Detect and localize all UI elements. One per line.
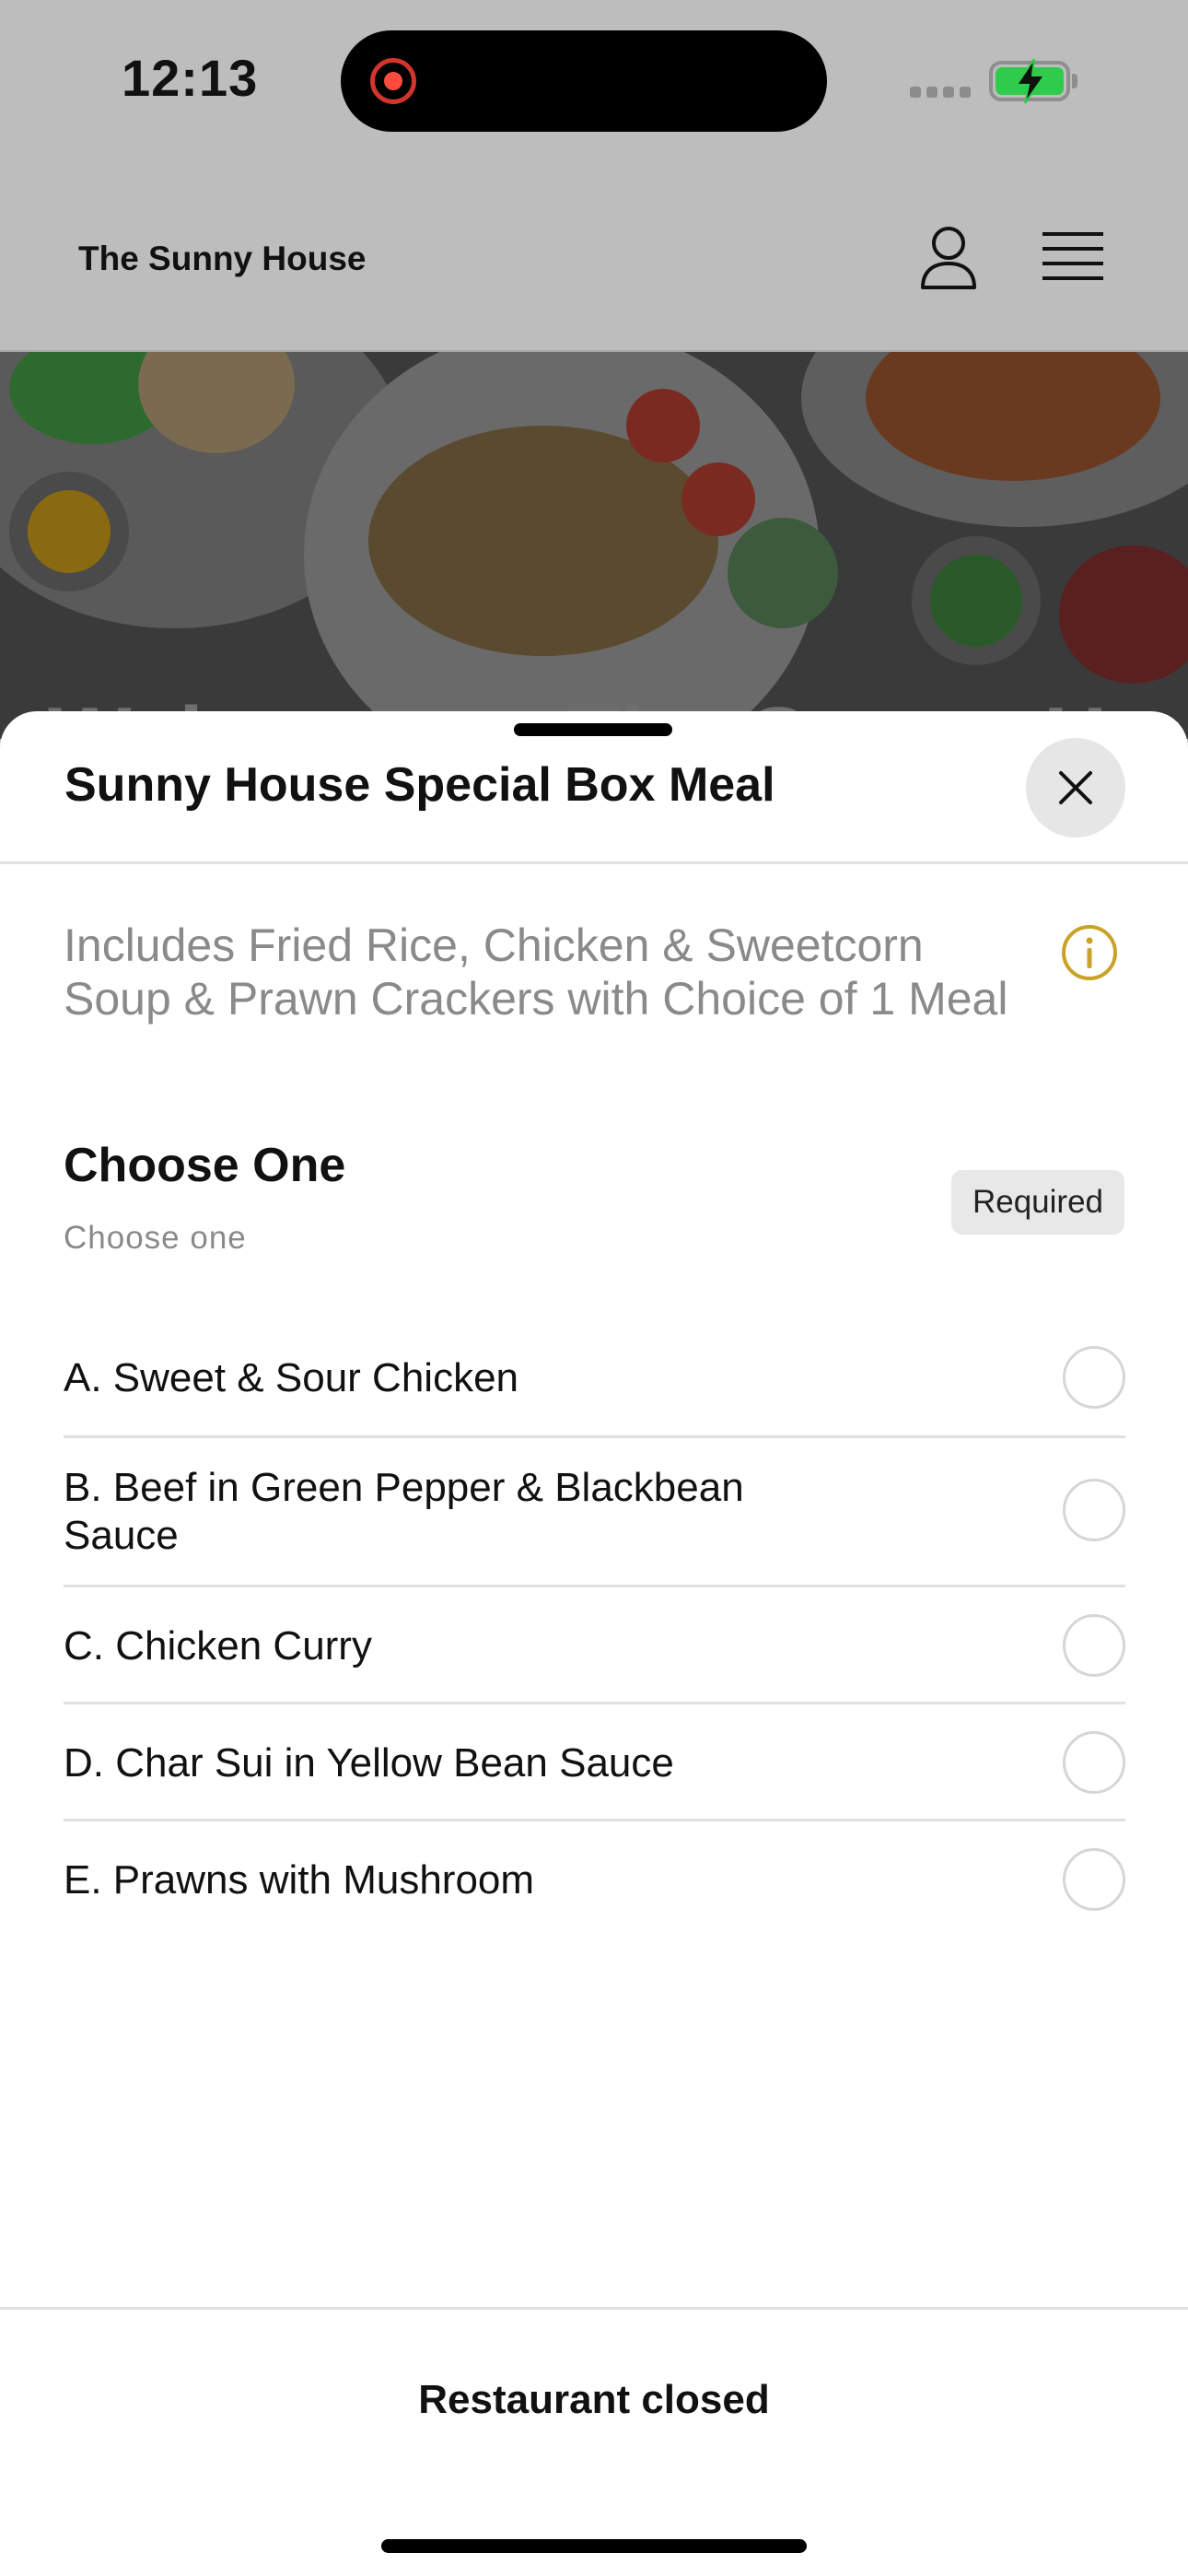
close-icon bbox=[1059, 771, 1092, 804]
plate-shape bbox=[930, 555, 1022, 647]
option-label: A. Sweet & Sour Chicken bbox=[64, 1355, 519, 1400]
option-row[interactable]: B. Beef in Green Pepper & Blackbean Sauc… bbox=[64, 1438, 1125, 1587]
option-row[interactable]: E. Prawns with Mushroom bbox=[64, 1821, 1125, 1938]
option-row[interactable]: D. Char Sui in Yellow Bean Sauce bbox=[64, 1704, 1125, 1821]
option-group-title: Choose One bbox=[64, 1139, 346, 1192]
divider bbox=[0, 2307, 1188, 2310]
brand-name[interactable]: The Sunny House bbox=[78, 240, 366, 278]
option-list: A. Sweet & Sour Chicken B. Beef in Green… bbox=[64, 1317, 1125, 1938]
home-indicator[interactable] bbox=[381, 2539, 807, 2553]
option-label: D. Char Sui in Yellow Bean Sauce bbox=[64, 1740, 674, 1786]
radio-button[interactable] bbox=[1063, 1731, 1125, 1794]
option-label: E. Prawns with Mushroom bbox=[64, 1857, 535, 1903]
item-detail-sheet: Sunny House Special Box Meal Includes Fr… bbox=[0, 711, 1188, 2576]
close-button[interactable] bbox=[1026, 738, 1125, 837]
item-title: Sunny House Special Box Meal bbox=[64, 758, 775, 812]
charging-bolt-icon bbox=[1015, 58, 1046, 104]
sheet-grabber[interactable] bbox=[514, 723, 672, 736]
radio-button[interactable] bbox=[1063, 1614, 1125, 1677]
status-time: 12:13 bbox=[122, 49, 259, 107]
plate-shape bbox=[1059, 545, 1188, 684]
item-description: Includes Fried Rice, Chicken & Sweetcorn… bbox=[64, 919, 1008, 1025]
user-icon[interactable] bbox=[919, 225, 978, 291]
radio-button[interactable] bbox=[1063, 1848, 1125, 1911]
radio-button[interactable] bbox=[1063, 1479, 1125, 1541]
required-badge: Required bbox=[951, 1170, 1124, 1235]
cellular-signal-icon bbox=[910, 87, 971, 98]
info-icon[interactable] bbox=[1061, 924, 1118, 981]
screen-recording-icon bbox=[370, 58, 416, 104]
app-screen: 12:13 The Sunny House Sunny House Specia… bbox=[0, 0, 1188, 2576]
plate-shape bbox=[28, 490, 111, 573]
hero-food-image: Welcome to The Sunny House bbox=[0, 352, 1188, 739]
app-header: The Sunny House bbox=[0, 166, 1188, 352]
status-bar: 12:13 bbox=[0, 0, 1188, 166]
dynamic-island bbox=[341, 30, 827, 132]
plate-shape bbox=[728, 518, 838, 628]
option-row[interactable]: A. Sweet & Sour Chicken bbox=[64, 1317, 1125, 1438]
option-row[interactable]: C. Chicken Curry bbox=[64, 1587, 1125, 1704]
battery-cap bbox=[1072, 74, 1077, 88]
plate-shape bbox=[626, 389, 700, 463]
option-label: B. Beef in Green Pepper & Blackbean Sauc… bbox=[64, 1465, 744, 1558]
option-group-subtitle: Choose one bbox=[64, 1220, 247, 1256]
restaurant-status: Restaurant closed bbox=[418, 2377, 770, 2422]
divider bbox=[0, 861, 1188, 864]
option-label: C. Chicken Curry bbox=[64, 1623, 372, 1669]
radio-button[interactable] bbox=[1063, 1346, 1125, 1409]
plate-shape bbox=[681, 463, 755, 536]
hamburger-menu-icon[interactable] bbox=[1042, 230, 1103, 286]
